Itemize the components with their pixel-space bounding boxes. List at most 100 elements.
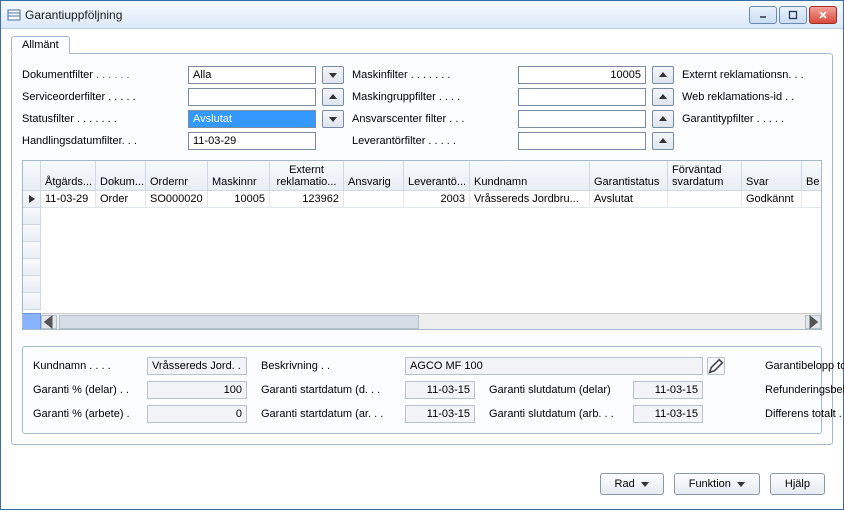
cell-be[interactable]: [802, 191, 822, 208]
hjalp-button[interactable]: Hjälp: [770, 473, 825, 495]
slut-arbete-label: Garanti slutdatum (arb. . .: [489, 408, 629, 420]
col-ansvarig[interactable]: Ansvarig: [344, 161, 404, 191]
cell-forvantad[interactable]: [668, 191, 742, 208]
horizontal-scrollbar[interactable]: [41, 313, 821, 329]
slut-delar-label: Garanti slutdatum (delar): [489, 384, 629, 396]
dokumentfilter-input[interactable]: Alla: [188, 66, 316, 84]
maskingruppfilter-lookup[interactable]: [652, 88, 674, 106]
row-selector[interactable]: [23, 293, 41, 310]
maximize-button[interactable]: [779, 6, 807, 24]
col-leverantor[interactable]: Leverantö...: [404, 161, 470, 191]
leverantorfilter-lookup[interactable]: [652, 132, 674, 150]
refundering-label: Refunderingsbel. . .: [765, 384, 844, 396]
slut-delar-value: 11-03-15: [633, 381, 703, 399]
maskingruppfilter-input[interactable]: [518, 88, 646, 106]
cell-externt[interactable]: 123962: [270, 191, 344, 208]
differens-label: Differens totalt . .: [765, 408, 844, 420]
dokumentfilter-dropdown[interactable]: [322, 66, 344, 84]
filters-grid: Dokumentfilter Alla Maskinfilter . . . .…: [22, 66, 822, 150]
handlingsdatum-input[interactable]: 11-03-29: [188, 132, 316, 150]
statusfilter-dropdown[interactable]: [322, 110, 344, 128]
maskinfilter-input[interactable]: 10005: [518, 66, 646, 84]
edit-beskrivning-button[interactable]: [707, 357, 725, 375]
externtrekl-label: Externt reklamationsn. . .: [682, 69, 842, 81]
handlingsdatum-label: Handlingsdatumfilter. . .: [22, 135, 182, 147]
table-row[interactable]: 11-03-29 Order SO000020 10005 123962 200…: [41, 191, 822, 208]
kundnamn-value: Vråssereds Jord. . .: [147, 357, 247, 375]
footer-buttons: Rad Funktion Hjälp: [600, 473, 825, 495]
data-grid[interactable]: Åtgärds... Dokum... Ordernr Maskinnr Ext…: [22, 160, 822, 330]
maskinfilter-label: Maskinfilter . . . . . . .: [352, 69, 512, 81]
col-garantistatus[interactable]: Garantistatus: [590, 161, 668, 191]
maskinfilter-lookup[interactable]: [652, 66, 674, 84]
cell-leverantor[interactable]: 2003: [404, 191, 470, 208]
window: Garantiuppföljning Allmänt Dokumentfilte…: [0, 0, 844, 510]
serviceorderfilter-input[interactable]: [188, 88, 316, 106]
statusfilter-label: Statusfilter . . . . . . .: [22, 113, 182, 125]
col-externt[interactable]: Externt reklamatio...: [270, 161, 344, 191]
scroll-thumb[interactable]: [59, 315, 419, 329]
minimize-button[interactable]: [749, 6, 777, 24]
garantibelopp-label: Garantibelopp to. . .: [765, 360, 844, 372]
row-selector[interactable]: [23, 242, 41, 259]
cell-atgards[interactable]: 11-03-29: [41, 191, 96, 208]
tab-label: Allmänt: [22, 39, 59, 51]
garantitypfilter-label: Garantitypfilter . . . . .: [682, 113, 842, 125]
row-selector[interactable]: [23, 191, 41, 208]
ansvarscenter-input[interactable]: [518, 110, 646, 128]
serviceorderfilter-lookup[interactable]: [322, 88, 344, 106]
leverantorfilter-input[interactable]: [518, 132, 646, 150]
scroll-right-button[interactable]: [805, 315, 821, 329]
col-atgards[interactable]: Åtgärds...: [41, 161, 96, 191]
statusfilter-input[interactable]: Avslutat: [188, 110, 316, 128]
grid-corner: [23, 313, 41, 329]
cell-ordernr[interactable]: SO000020: [146, 191, 208, 208]
kundnamn-label: Kundnamn . . . .: [33, 360, 143, 372]
row-selector-header: [23, 161, 41, 191]
rad-button[interactable]: Rad: [600, 473, 664, 495]
garanti-arbete-value: 0: [147, 405, 247, 423]
row-selector[interactable]: [23, 208, 41, 225]
chevron-down-icon: [737, 480, 745, 488]
cell-garantistatus[interactable]: Avslutat: [590, 191, 668, 208]
summary-panel: Kundnamn . . . . Vråssereds Jord. . . Be…: [22, 346, 822, 434]
beskrivning-value[interactable]: AGCO MF 100: [405, 357, 703, 375]
col-maskinnr[interactable]: Maskinnr: [208, 161, 270, 191]
start-arbete-label: Garanti startdatum (ar. . .: [261, 408, 401, 420]
dokumentfilter-label: Dokumentfilter: [22, 69, 182, 81]
webrekl-label: Web reklamations-id . .: [682, 91, 842, 103]
titlebar: Garantiuppföljning: [1, 1, 843, 29]
row-selector[interactable]: [23, 225, 41, 242]
col-forvantad[interactable]: Förväntad svardatum: [668, 161, 742, 191]
row-selector[interactable]: [23, 259, 41, 276]
garanti-arbete-label: Garanti % (arbete) .: [33, 408, 143, 420]
beskrivning-label: Beskrivning . .: [261, 360, 401, 372]
start-delar-label: Garanti startdatum (d. . .: [261, 384, 401, 396]
tab-page: Allmänt Dokumentfilter Alla Maskinfilter…: [11, 53, 833, 445]
cell-dokum[interactable]: Order: [96, 191, 146, 208]
ansvarscenter-lookup[interactable]: [652, 110, 674, 128]
slut-arbete-value: 11-03-15: [633, 405, 703, 423]
cell-kundnamn[interactable]: Vråssereds Jordbru...: [470, 191, 590, 208]
ansvarscenter-label: Ansvarscenter filter . . .: [352, 113, 512, 125]
funktion-button[interactable]: Funktion: [674, 473, 760, 495]
cell-maskinnr[interactable]: 10005: [208, 191, 270, 208]
start-delar-value: 11-03-15: [405, 381, 475, 399]
garanti-delar-value: 100: [147, 381, 247, 399]
cell-ansvarig[interactable]: [344, 191, 404, 208]
chevron-down-icon: [641, 480, 649, 488]
cell-svar[interactable]: Godkännt: [742, 191, 802, 208]
col-dokum[interactable]: Dokum...: [96, 161, 146, 191]
start-arbete-value: 11-03-15: [405, 405, 475, 423]
scroll-left-button[interactable]: [41, 315, 57, 329]
col-kundnamn[interactable]: Kundnamn: [470, 161, 590, 191]
maskingruppfilter-label: Maskingruppfilter . . . .: [352, 91, 512, 103]
col-svar[interactable]: Svar: [742, 161, 802, 191]
col-be[interactable]: Be: [802, 161, 822, 191]
row-selector[interactable]: [23, 276, 41, 293]
leverantorfilter-label: Leverantörfilter . . . . .: [352, 135, 512, 147]
tab-allmant[interactable]: Allmänt: [11, 36, 70, 54]
app-icon: [7, 8, 21, 22]
col-ordernr[interactable]: Ordernr: [146, 161, 208, 191]
close-button[interactable]: [809, 6, 837, 24]
